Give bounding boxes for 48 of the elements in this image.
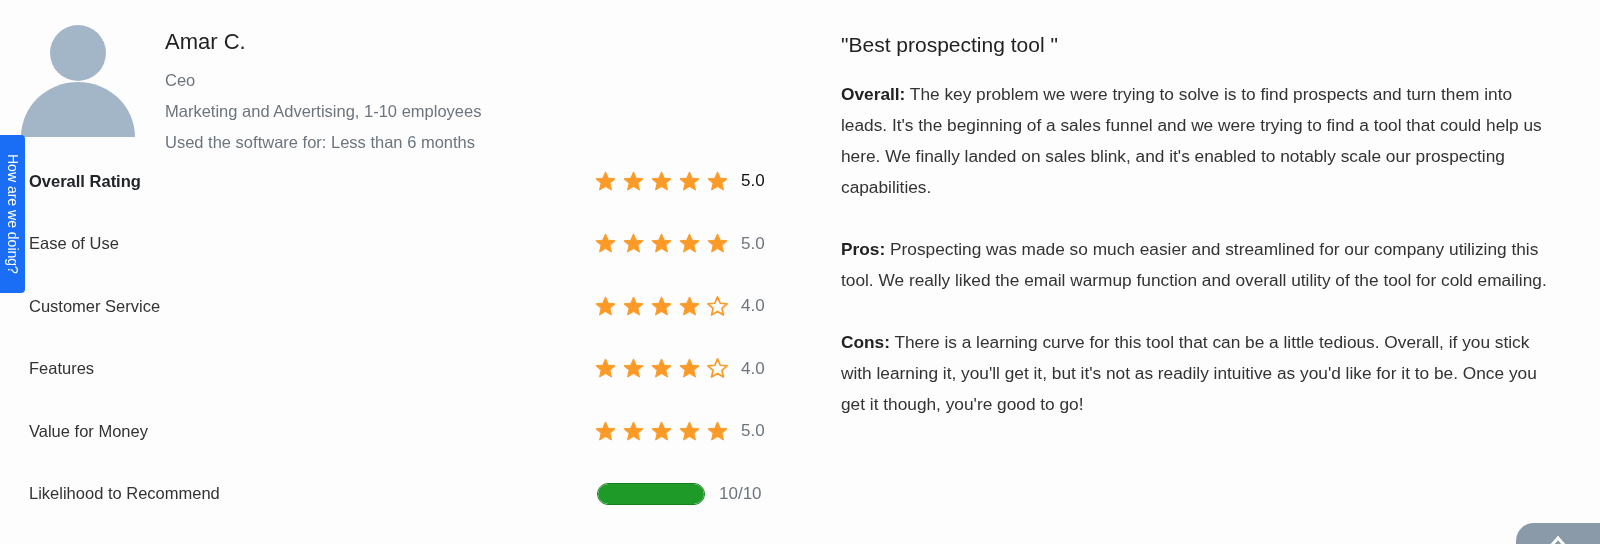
rating-value: 10/10	[719, 483, 763, 504]
rating-value: 4.0	[741, 296, 766, 317]
star-icon	[650, 294, 673, 318]
review-title: "Best prospecting tool "	[841, 33, 1059, 57]
usage-duration: Used the software for: Less than 6 months	[165, 132, 476, 153]
star-icon	[706, 169, 729, 193]
star-icon	[594, 169, 617, 193]
empty-star-icon	[706, 357, 729, 381]
star-icon	[594, 419, 617, 443]
star-icon	[678, 357, 701, 381]
rating-label: Ease of Use	[29, 234, 120, 254]
star-icon	[594, 357, 617, 381]
star-icon	[594, 232, 617, 256]
rating-label: Value for Money	[29, 421, 149, 441]
rating-label: Customer Service	[29, 296, 162, 316]
rating-label: Overall Rating	[29, 171, 142, 191]
star-icon	[650, 357, 673, 381]
star-icon	[622, 419, 645, 443]
star-icon	[678, 232, 701, 256]
star-icon	[622, 294, 645, 318]
feedback-tab[interactable]: How are we doing?	[0, 135, 25, 293]
star-icon	[678, 294, 701, 318]
reviewer-role: Ceo	[165, 70, 197, 91]
rating-value: 5.0	[741, 233, 766, 254]
empty-star-icon	[706, 294, 729, 318]
reviewer-name: Amar C.	[165, 29, 247, 55]
reviewer-company: Marketing and Advertising, 1-10 employees	[165, 101, 482, 122]
rating-label: Features	[29, 359, 96, 379]
star-icon	[678, 169, 701, 193]
rating-value: 5.0	[741, 171, 766, 192]
star-icon	[650, 232, 673, 256]
star-icon	[650, 169, 673, 193]
star-icon	[706, 232, 729, 256]
review-paragraph: Pros: Prospecting was made so much easier and streamlined for our company utilizing this tool. We really liked the email warmup function and overall utility of the tool for cold emailing.	[841, 238, 1548, 292]
review-paragraph: Overall: The key problem we were trying to solve is to find prospects and turn them into leads. It's the beginning of a sales funnel and we were trying to find a tool that could help us here. We finally landed on sales blink, and it's enabled to notably scale our prospecting capabilities.	[841, 83, 1543, 199]
star-icon	[622, 232, 645, 256]
arrow-up-icon	[1548, 535, 1568, 544]
star-icon	[594, 294, 617, 318]
star-icon	[622, 169, 645, 193]
review-paragraph: Cons: There is a learning curve for this tool that can be a little tedious. Overall, if you stick with learning it, you'll get it, but it's not as readily intuitive as you'd like for it to be. Once you get it though, you're good to go!	[841, 331, 1538, 416]
star-icon	[650, 419, 673, 443]
star-icon	[706, 419, 729, 443]
star-icon	[678, 419, 701, 443]
rating-value: 5.0	[741, 421, 766, 442]
star-icon	[622, 357, 645, 381]
avatar-icon	[21, 25, 135, 137]
rating-label: Likelihood to Recommend	[29, 484, 221, 504]
rating-value: 4.0	[741, 358, 766, 379]
